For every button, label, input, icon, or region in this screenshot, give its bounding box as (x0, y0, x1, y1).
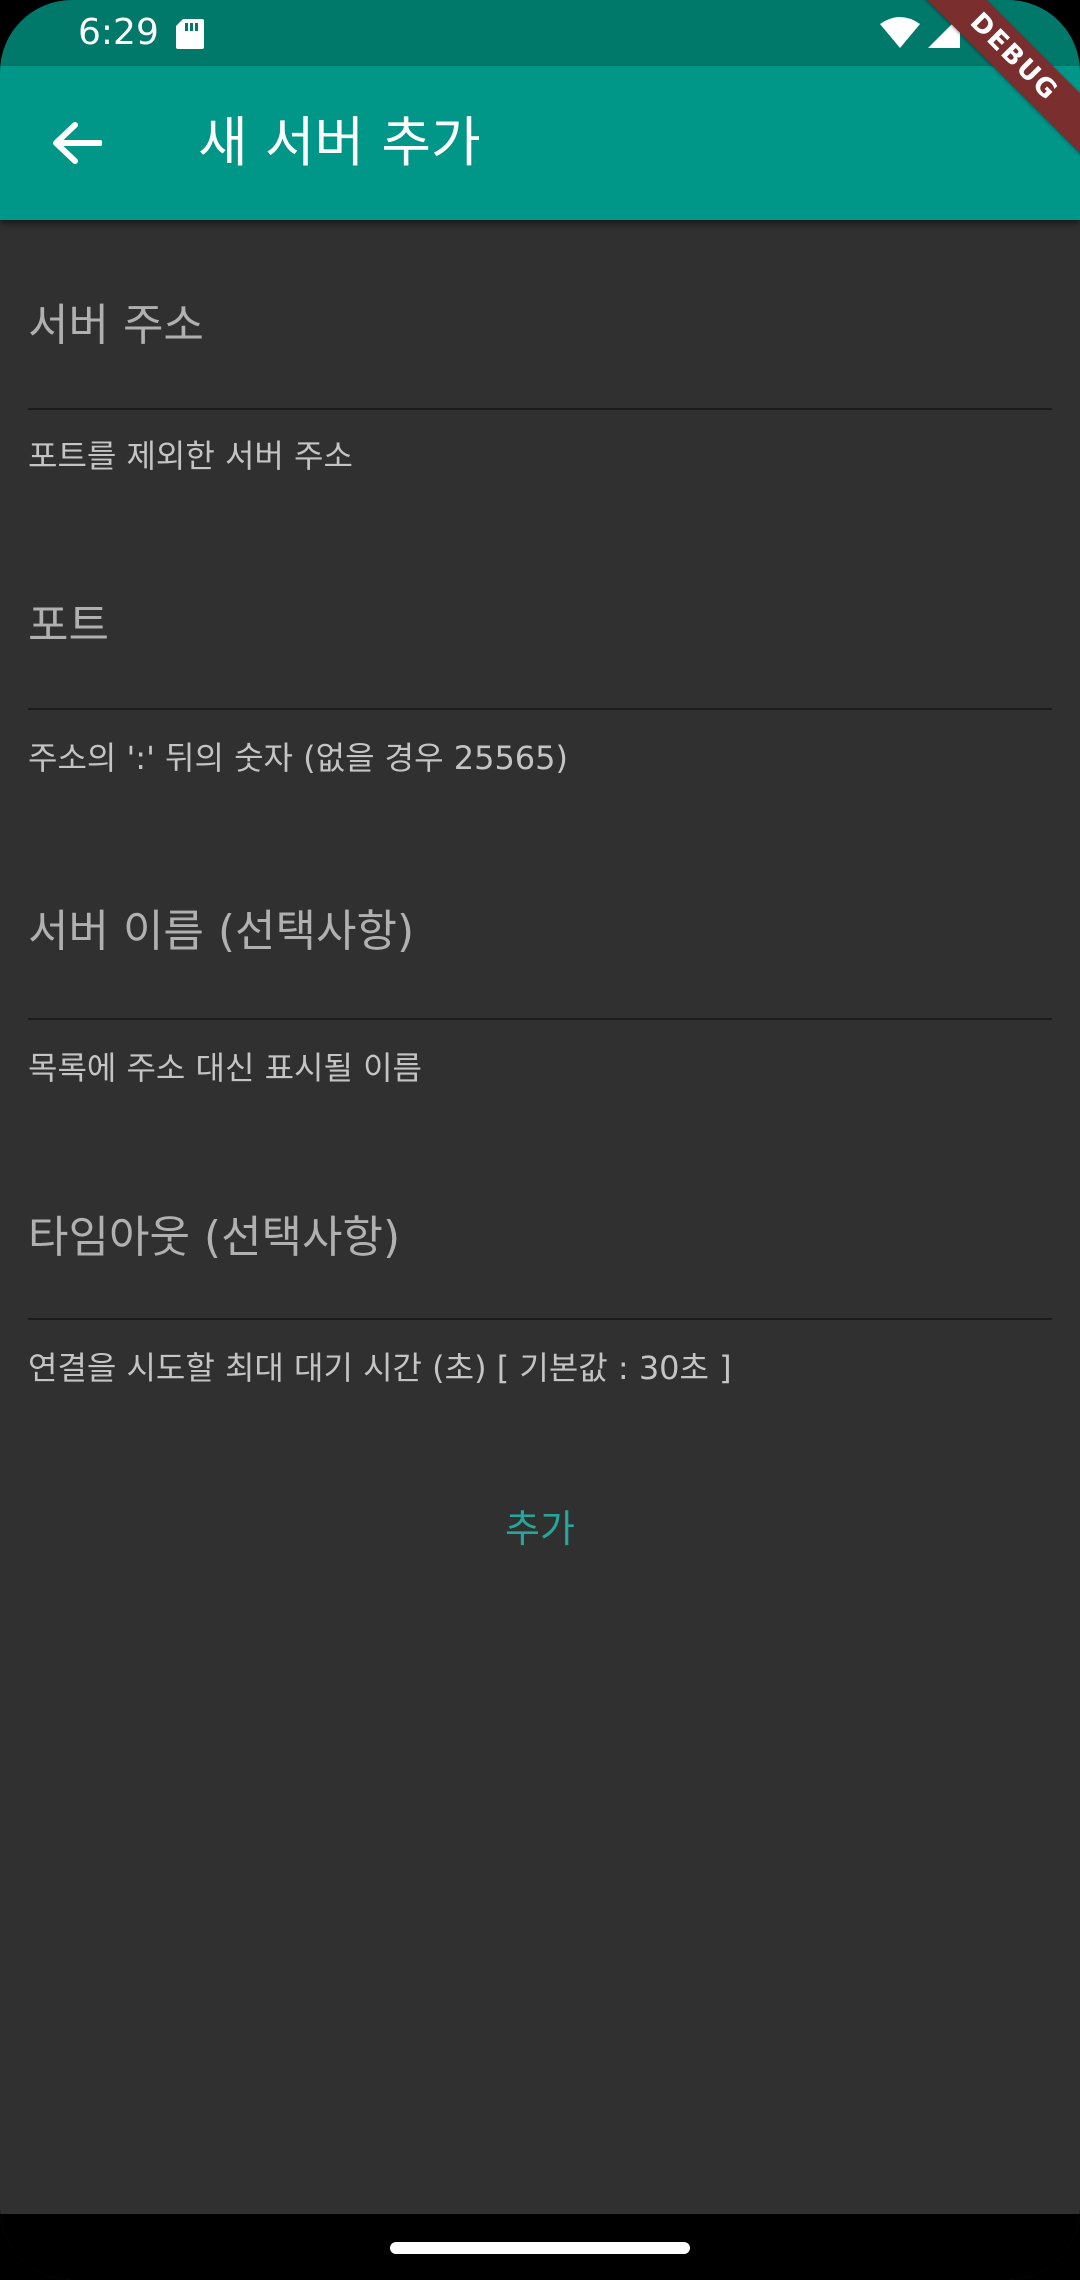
status-bar: 6:29 (0, 0, 1080, 66)
port-label: 포트 (28, 600, 109, 651)
arrow-back-icon (53, 122, 102, 164)
status-time: 6:29 (78, 12, 159, 53)
timeout-field[interactable]: 타임아웃 (선택사항) 연결을 시도할 최대 대기 시간 (초) [ 기본값 :… (28, 1204, 1052, 1404)
server-name-helper: 목록에 주소 대신 표시될 이름 (28, 1049, 422, 1087)
server-address-label: 서버 주소 (28, 300, 204, 351)
timeout-helper: 연결을 시도할 최대 대기 시간 (초) [ 기본값 : 30초 ] (28, 1349, 732, 1387)
add-button[interactable]: 추가 (440, 1490, 640, 1560)
page-title: 새 서버 추가 (198, 111, 481, 174)
server-address-helper: 포트를 제외한 서버 주소 (28, 437, 353, 475)
server-name-field[interactable]: 서버 이름 (선택사항) 목록에 주소 대신 표시될 이름 (28, 898, 1052, 1098)
back-button[interactable] (36, 109, 116, 177)
server-name-label: 서버 이름 (선택사항) (28, 906, 415, 957)
server-address-underline (28, 408, 1052, 410)
app-bar: 새 서버 추가 (0, 66, 1080, 220)
port-underline (28, 708, 1052, 710)
wifi-icon (880, 17, 920, 48)
server-address-field[interactable]: 서버 주소 포트를 제외한 서버 주소 (28, 290, 1052, 490)
navigation-bar (0, 2214, 1080, 2280)
sd-card-icon (176, 19, 204, 49)
server-name-underline (28, 1018, 1052, 1020)
port-field[interactable]: 포트 주소의 ':' 뒤의 숫자 (없을 경우 25565) (28, 590, 1052, 790)
timeout-label: 타임아웃 (선택사항) (28, 1212, 401, 1263)
app-screen: 6:29 새 서버 추가 DEBUG 서버 주소 포트를 제외한 서버 주소 포… (0, 0, 1080, 2280)
home-indicator[interactable] (390, 2242, 690, 2254)
port-helper: 주소의 ':' 뒤의 숫자 (없을 경우 25565) (28, 739, 569, 777)
timeout-underline (28, 1318, 1052, 1320)
